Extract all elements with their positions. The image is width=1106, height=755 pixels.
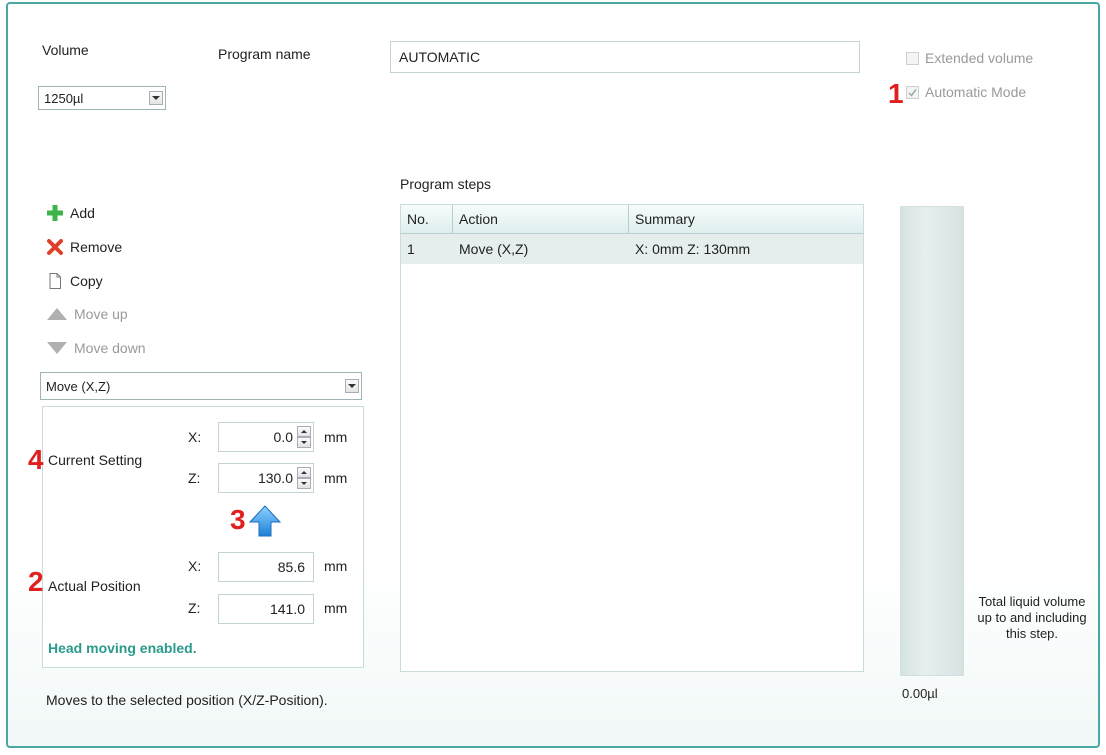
copy-button[interactable]: Copy — [46, 272, 103, 290]
document-copy-icon — [49, 273, 61, 289]
chevron-down-icon[interactable] — [149, 91, 163, 105]
cell-action: Move (X,Z) — [459, 241, 529, 257]
automatic-mode-checkbox[interactable] — [906, 85, 919, 99]
actual-x-field: 85.6 — [218, 552, 314, 582]
action-type-value: Move (X,Z) — [46, 378, 111, 394]
actual-position-label: Actual Position — [48, 578, 141, 594]
chevron-down-icon[interactable] — [345, 379, 359, 393]
triangle-down-icon — [47, 342, 67, 354]
spin-up-icon[interactable] — [297, 426, 311, 437]
actual-z-label: Z: — [188, 600, 201, 616]
liquid-volume-bar — [900, 206, 964, 676]
spin-down-icon[interactable] — [297, 437, 311, 448]
step-description: Moves to the selected position (X/Z-Posi… — [46, 692, 328, 708]
current-setting-label: Current Setting — [48, 452, 143, 468]
extended-volume-checkbox[interactable] — [906, 51, 919, 65]
status-message: Head moving enabled. — [48, 640, 197, 656]
checkmark-icon — [908, 88, 917, 97]
extended-volume-label: Extended volume — [925, 50, 1034, 66]
current-z-label: Z: — [188, 470, 201, 486]
remove-label: Remove — [70, 239, 123, 255]
current-z-stepper[interactable]: 130.0 — [218, 463, 314, 493]
copy-label: Copy — [70, 273, 103, 289]
volume-select[interactable]: 1250µl — [38, 86, 166, 110]
move-up-label: Move up — [74, 306, 128, 322]
callout-2: 2 — [28, 566, 44, 597]
spin-up-icon[interactable] — [297, 467, 311, 478]
actual-z-unit: mm — [324, 600, 348, 616]
callout-3: 3 — [230, 504, 246, 535]
column-header-no[interactable]: No. — [401, 205, 453, 233]
automatic-mode-label: Automatic Mode — [925, 84, 1027, 100]
program-steps-table: No. Action Summary 1 Move (X,Z) X: 0mm Z… — [400, 204, 864, 672]
column-header-summary[interactable]: Summary — [629, 205, 863, 233]
actual-x-value: 85.6 — [277, 559, 305, 575]
add-button[interactable]: Add — [46, 204, 95, 222]
current-z-unit: mm — [324, 470, 348, 486]
volume-select-value: 1250µl — [44, 90, 84, 106]
current-x-spin[interactable] — [297, 426, 311, 448]
plus-icon — [47, 205, 63, 221]
actual-x-label: X: — [188, 558, 202, 574]
add-label: Add — [70, 205, 95, 221]
move-down-button[interactable]: Move down — [46, 340, 146, 356]
current-z-spin[interactable] — [297, 467, 311, 489]
current-x-unit: mm — [324, 429, 348, 445]
spin-down-icon[interactable] — [297, 478, 311, 489]
move-down-label: Move down — [74, 340, 146, 356]
current-x-label: X: — [188, 429, 202, 445]
move-up-button[interactable]: Move up — [46, 306, 128, 322]
callout-4: 4 — [28, 444, 44, 475]
step-settings-box — [42, 406, 364, 668]
triangle-up-icon — [47, 308, 67, 320]
program-editor-panel: Volume 1250µl Program name AUTOMATIC Ext… — [6, 2, 1100, 748]
program-steps-label: Program steps — [400, 176, 492, 192]
remove-button[interactable]: Remove — [46, 238, 122, 256]
volume-bar-caption: Total liquid volume up to and including … — [977, 594, 1087, 641]
automatic-mode-option[interactable]: Automatic Mode — [906, 84, 1026, 100]
actual-z-value: 141.0 — [269, 601, 305, 617]
action-type-select[interactable]: Move (X,Z) — [40, 372, 362, 400]
table-row[interactable]: 1 Move (X,Z) X: 0mm Z: 130mm — [401, 234, 863, 264]
transfer-up-arrow-icon[interactable] — [248, 504, 282, 538]
extended-volume-option[interactable]: Extended volume — [906, 50, 1033, 66]
callout-1: 1 — [888, 78, 904, 109]
remove-x-icon — [47, 239, 63, 255]
actual-x-unit: mm — [324, 558, 348, 574]
current-z-value: 130.0 — [257, 470, 293, 486]
program-name-label: Program name — [218, 46, 311, 62]
volume-label: Volume — [42, 42, 89, 58]
column-header-action[interactable]: Action — [453, 205, 629, 233]
actual-z-field: 141.0 — [218, 594, 314, 624]
cell-summary: X: 0mm Z: 130mm — [635, 241, 751, 257]
table-header: No. Action Summary — [401, 205, 863, 234]
program-name-input[interactable]: AUTOMATIC — [390, 41, 860, 73]
current-x-stepper[interactable]: 0.0 — [218, 422, 314, 452]
cell-no: 1 — [407, 241, 415, 257]
program-name-value: AUTOMATIC — [399, 49, 481, 65]
volume-bar-value: 0.00µl — [902, 686, 938, 701]
current-x-value: 0.0 — [273, 429, 293, 445]
